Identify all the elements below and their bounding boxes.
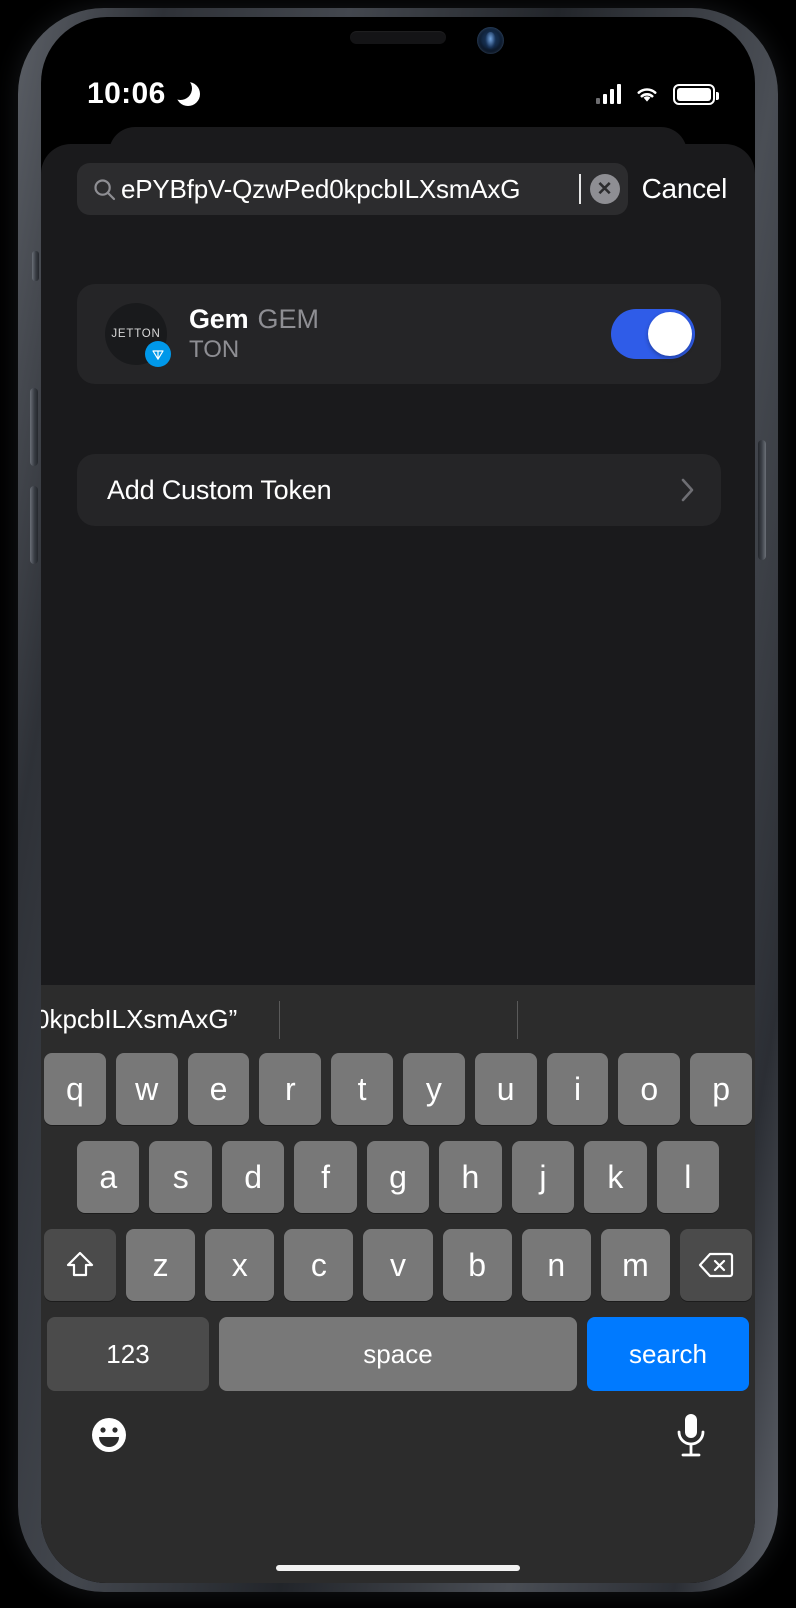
key-k[interactable]: k: [584, 1141, 647, 1213]
prediction-divider-2: [517, 1001, 518, 1039]
key-n[interactable]: n: [521, 1229, 591, 1301]
search-icon: [93, 178, 116, 201]
token-title-row: Gem GEM: [189, 304, 589, 335]
avatar: JETTON: [105, 303, 171, 367]
key-w[interactable]: w: [115, 1053, 178, 1125]
power-button[interactable]: [758, 440, 766, 560]
keyboard-row-1: q w e r t y u i o p: [44, 1053, 752, 1125]
search-return-key[interactable]: search: [587, 1317, 749, 1391]
emoji-smiley-icon[interactable]: [85, 1411, 133, 1464]
key-x[interactable]: x: [205, 1229, 275, 1301]
key-j[interactable]: j: [511, 1141, 575, 1213]
token-symbol: GEM: [257, 304, 319, 334]
keyboard-bottom-bar: [41, 1391, 755, 1483]
key-a[interactable]: a: [77, 1141, 140, 1213]
wifi-icon: [634, 84, 660, 104]
keyboard-row-3: z x c v b n m: [44, 1229, 752, 1301]
prediction-1-label: 0kpcbILXsmAxG”: [41, 1003, 238, 1034]
key-g[interactable]: g: [366, 1141, 430, 1213]
backspace-icon[interactable]: [679, 1229, 752, 1301]
screenshot-stage: 10:06 еPYBfpV-QzwPed0kpcbILXsmAxG ✕ Canc…: [0, 0, 796, 1608]
status-bar-right: [595, 83, 719, 105]
add-custom-token-button[interactable]: Add Custom Token: [77, 454, 721, 526]
ton-diamond-icon: [145, 341, 171, 367]
key-u[interactable]: u: [474, 1053, 537, 1125]
token-enable-toggle[interactable]: [611, 309, 695, 359]
search-input-value: еPYBfpV-QzwPed0kpcbILXsmAxG: [121, 173, 521, 204]
token-list-item[interactable]: JETTON Gem GEM TON: [77, 284, 721, 384]
key-z[interactable]: z: [126, 1229, 196, 1301]
key-q[interactable]: q: [44, 1053, 106, 1125]
key-v[interactable]: v: [363, 1229, 433, 1301]
space-key[interactable]: space: [219, 1317, 577, 1391]
key-e[interactable]: e: [187, 1053, 250, 1125]
key-s[interactable]: s: [149, 1141, 212, 1213]
status-bar: 10:06: [41, 17, 755, 135]
text-caret: [578, 174, 581, 204]
key-m[interactable]: m: [600, 1229, 670, 1301]
key-f[interactable]: f: [294, 1141, 357, 1213]
key-t[interactable]: t: [331, 1053, 393, 1125]
toggle-knob: [648, 312, 692, 356]
battery-full-icon: [673, 83, 719, 105]
cancel-button[interactable]: Cancel: [642, 173, 731, 205]
prediction-1[interactable]: 0kpcbILXsmAxG”: [41, 1004, 279, 1035]
keyboard-row-2: a s d f g h j k l: [44, 1141, 752, 1213]
token-chain: TON: [189, 336, 240, 363]
volume-down-button[interactable]: [30, 486, 38, 564]
clear-circle-icon[interactable]: ✕: [589, 174, 620, 204]
shift-arrow-icon[interactable]: [44, 1229, 116, 1301]
token-info: Gem GEM TON: [189, 304, 589, 364]
key-d[interactable]: d: [221, 1141, 285, 1213]
home-indicator[interactable]: [276, 1565, 520, 1571]
key-p[interactable]: p: [690, 1053, 752, 1125]
key-r[interactable]: r: [259, 1053, 322, 1125]
key-i[interactable]: i: [546, 1053, 609, 1125]
status-bar-left: 10:06: [87, 77, 200, 111]
silent-switch-button[interactable]: [32, 251, 39, 281]
chevron-right-icon: [681, 478, 695, 502]
predictive-text-bar: 0kpcbILXsmAxG”: [41, 985, 755, 1053]
key-h[interactable]: h: [439, 1141, 502, 1213]
key-c[interactable]: c: [284, 1229, 354, 1301]
key-l[interactable]: l: [656, 1141, 719, 1213]
key-o[interactable]: o: [618, 1053, 681, 1125]
keyboard-rows: q w e r t y u i o p a s d f g h j k l z …: [41, 1053, 755, 1391]
prediction-divider-1: [279, 1001, 280, 1039]
key-b[interactable]: b: [442, 1229, 512, 1301]
add-custom-token-label: Add Custom Token: [107, 474, 332, 505]
token-name: Gem: [189, 304, 249, 334]
cellular-signal-icon: [595, 84, 621, 104]
phone-screen: 10:06 еPYBfpV-QzwPed0kpcbILXsmAxG ✕ Canc…: [41, 17, 755, 1583]
search-bar: еPYBfpV-QzwPed0kpcbILXsmAxG ✕ Cancel: [41, 144, 755, 215]
moon-icon: [168, 77, 200, 106]
search-input[interactable]: еPYBfpV-QzwPed0kpcbILXsmAxG ✕: [77, 163, 628, 215]
volume-up-button[interactable]: [30, 388, 38, 466]
microphone-icon[interactable]: [671, 1410, 711, 1465]
on-screen-keyboard: 0kpcbILXsmAxG” q w e r t y u i o p a s d…: [41, 985, 755, 1583]
status-time: 10:06: [87, 77, 166, 110]
keyboard-row-4: 123 space search: [44, 1317, 752, 1391]
numbers-key[interactable]: 123: [47, 1317, 209, 1391]
key-y[interactable]: y: [403, 1053, 465, 1125]
